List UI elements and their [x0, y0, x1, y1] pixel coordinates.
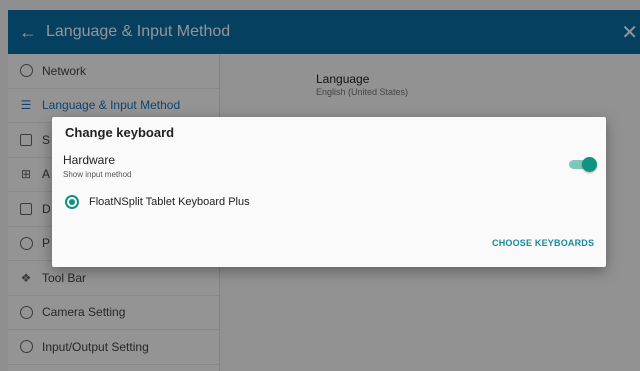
change-keyboard-dialog: Change keyboard Hardware Show input meth… — [52, 117, 606, 267]
dialog-title: Change keyboard — [65, 125, 175, 140]
radio-selected-icon[interactable] — [65, 195, 79, 209]
choose-keyboards-button[interactable]: CHOOSE KEYBOARDS — [492, 238, 594, 248]
hardware-title: Hardware — [63, 153, 116, 167]
keyboard-option-label: FloatNSplit Tablet Keyboard Plus — [89, 196, 250, 208]
hardware-subtitle: Show input method — [63, 170, 132, 179]
show-input-method-toggle[interactable] — [567, 157, 597, 172]
toggle-thumb — [582, 157, 597, 172]
keyboard-option[interactable]: FloatNSplit Tablet Keyboard Plus — [65, 195, 250, 209]
